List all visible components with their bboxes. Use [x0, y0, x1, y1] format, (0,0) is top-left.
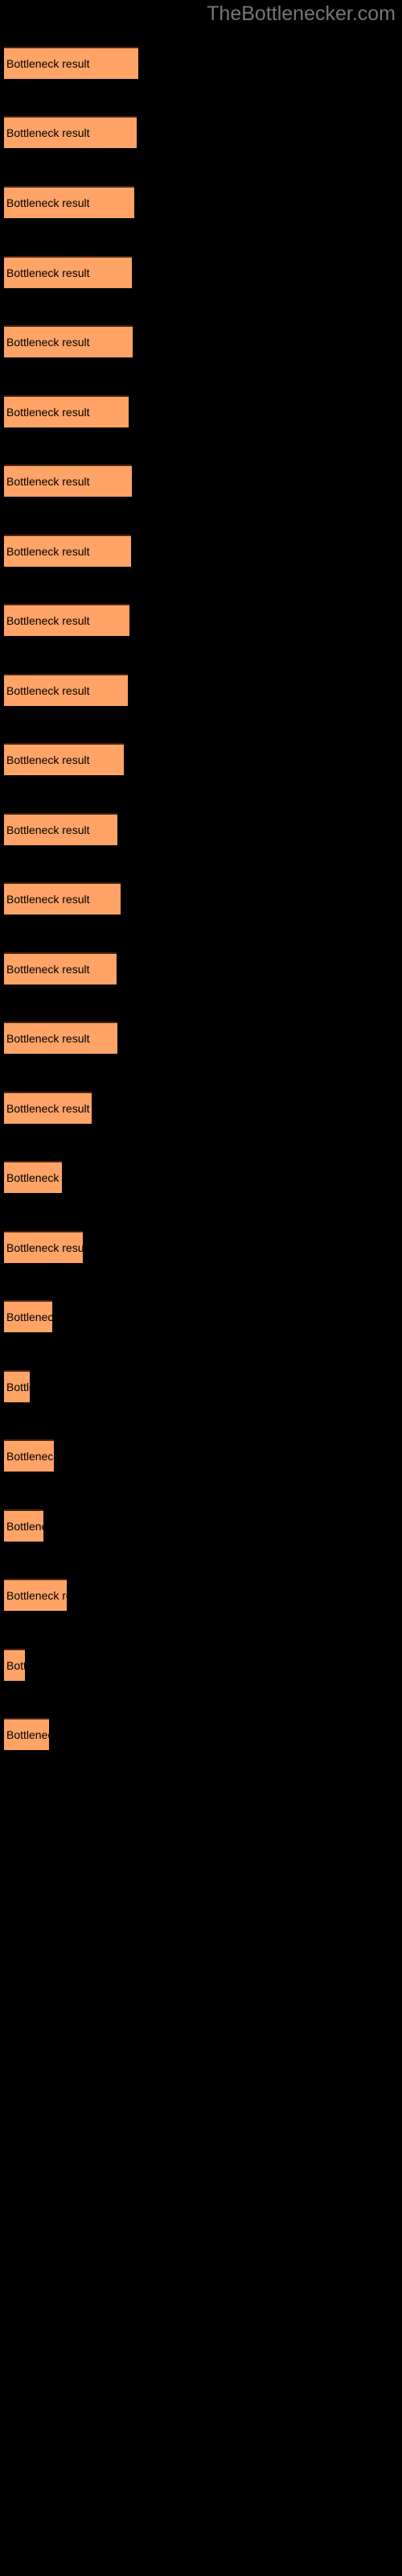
bar-row: Bottleneck result: [0, 186, 402, 221]
bar-label: Bottleneck result: [6, 266, 90, 279]
bar-label: Bottleneck result: [6, 1381, 30, 1393]
bar[interactable]: Bottleneck result: [4, 952, 117, 985]
bar-label: Bottleneck result: [6, 1311, 52, 1323]
bar-label: Bottleneck result: [6, 614, 90, 627]
bar[interactable]: Bottleneck result: [4, 47, 138, 79]
bar-label: Bottleneck result: [6, 406, 90, 419]
bar[interactable]: Bottleneck result: [4, 256, 132, 288]
bar-row: Bottleneck result: [0, 604, 402, 638]
bar-label: Bottleneck result: [6, 1450, 54, 1463]
bar[interactable]: Bottleneck result: [4, 882, 121, 914]
bar-row: Bottleneck result: [0, 952, 402, 987]
bar[interactable]: Bottleneck result: [4, 674, 128, 706]
bar-label: Bottleneck result: [6, 753, 90, 766]
bar[interactable]: Bottleneck result: [4, 1579, 67, 1611]
bar-row: Bottleneck result: [0, 1370, 402, 1405]
bar-label: Bottleneck result: [6, 1659, 25, 1672]
bar-label: Bottleneck result: [6, 1032, 90, 1045]
bar[interactable]: Bottleneck result: [4, 116, 137, 148]
bar-row: Bottleneck result: [0, 1649, 402, 1683]
bar-label: Bottleneck result: [6, 1241, 83, 1254]
bar[interactable]: Bottleneck result: [4, 813, 117, 845]
bar-row: Bottleneck result: [0, 1092, 402, 1126]
bar-row: Bottleneck result: [0, 1161, 402, 1195]
bar[interactable]: Bottleneck result: [4, 186, 134, 218]
bar-row: Bottleneck result: [0, 116, 402, 151]
bar-row: Bottleneck result: [0, 1439, 402, 1474]
bar-label: Bottleneck result: [6, 1520, 43, 1533]
bar[interactable]: Bottleneck result: [4, 1718, 49, 1750]
bar[interactable]: Bottleneck result: [4, 1439, 54, 1472]
bar[interactable]: Bottleneck result: [4, 395, 129, 427]
bar[interactable]: Bottleneck result: [4, 1649, 25, 1681]
bar-row: Bottleneck result: [0, 535, 402, 569]
bar-row: Bottleneck result: [0, 1509, 402, 1544]
bar-label: Bottleneck result: [6, 893, 90, 906]
bar-label: Bottleneck result: [6, 475, 90, 488]
bar-label: Bottleneck result: [6, 126, 90, 139]
bar-row: Bottleneck result: [0, 1300, 402, 1335]
bar[interactable]: Bottleneck result: [4, 743, 124, 775]
bar-row: Bottleneck result: [0, 464, 402, 499]
bar-row: Bottleneck result: [0, 47, 402, 81]
bar[interactable]: Bottleneck result: [4, 1370, 30, 1402]
page-root: TheBottlenecker.com Bottleneck result Bot…: [0, 0, 402, 2576]
bar-label: Bottleneck result: [6, 1728, 49, 1741]
bar[interactable]: Bottleneck result: [4, 325, 133, 357]
bar-label: Bottleneck result: [6, 684, 90, 697]
bar-row: Bottleneck result: [0, 882, 402, 917]
bar[interactable]: Bottleneck result: [4, 1161, 62, 1193]
bar[interactable]: Bottleneck result: [4, 1300, 52, 1332]
bar-label: Bottleneck result: [6, 336, 90, 349]
bar-label: Bottleneck result: [6, 196, 90, 209]
bar-label: Bottleneck result: [6, 57, 90, 70]
bar-row: Bottleneck result: [0, 674, 402, 708]
bar-row: Bottleneck result: [0, 813, 402, 848]
bar-label: Bottleneck result: [6, 1171, 62, 1184]
bottleneck-bar-chart: Bottleneck result Bottleneck result Bottle…: [0, 0, 402, 2576]
bar[interactable]: Bottleneck result: [4, 1509, 43, 1542]
bar[interactable]: Bottleneck result: [4, 1092, 92, 1124]
bar-row: Bottleneck result: [0, 1718, 402, 1752]
bar-label: Bottleneck result: [6, 963, 90, 976]
bar-label: Bottleneck result: [6, 1589, 67, 1602]
bar-row: Bottleneck result: [0, 1579, 402, 1613]
bar[interactable]: Bottleneck result: [4, 604, 129, 636]
bar[interactable]: Bottleneck result: [4, 1231, 83, 1263]
bar[interactable]: Bottleneck result: [4, 464, 132, 497]
bar-label: Bottleneck result: [6, 545, 90, 558]
bar-label: Bottleneck result: [6, 824, 90, 836]
bar-label: Bottleneck result: [6, 1102, 90, 1115]
bar[interactable]: Bottleneck result: [4, 535, 131, 567]
bar[interactable]: Bottleneck result: [4, 1022, 117, 1054]
bar-row: Bottleneck result: [0, 743, 402, 778]
bar-row: Bottleneck result: [0, 325, 402, 360]
bar-row: Bottleneck result: [0, 395, 402, 430]
bar-row: Bottleneck result: [0, 1022, 402, 1056]
bar-row: Bottleneck result: [0, 256, 402, 291]
bar-row: Bottleneck result: [0, 1231, 402, 1265]
